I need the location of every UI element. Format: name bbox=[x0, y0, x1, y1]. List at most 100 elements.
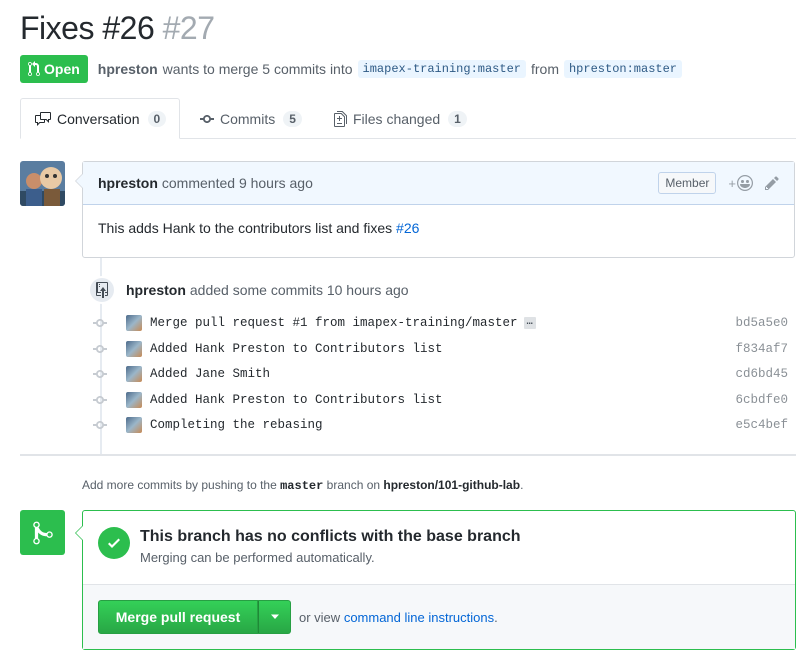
commit-icon bbox=[93, 370, 107, 378]
comment-author-link[interactable]: hpreston bbox=[98, 175, 158, 191]
tab-commits[interactable]: Commits 5 bbox=[200, 98, 302, 139]
check-icon bbox=[108, 538, 120, 548]
commit-message-link[interactable]: Added Jane Smith bbox=[150, 367, 270, 381]
commit-dot bbox=[92, 366, 108, 382]
from-text: from bbox=[530, 61, 559, 77]
repo-push-badge bbox=[88, 276, 116, 304]
member-badge: Member bbox=[658, 172, 717, 194]
event-time: 10 hours ago bbox=[326, 282, 409, 298]
pr-author-link[interactable]: hpreston bbox=[98, 61, 158, 77]
merge-actions: Merge pull request or view command line … bbox=[83, 585, 795, 649]
issue-link[interactable]: #26 bbox=[396, 220, 419, 236]
commit-icon bbox=[93, 319, 107, 327]
list-item: Added Hank Preston to Contributors list … bbox=[92, 338, 792, 360]
list-item: Completing the rebasing e5c4bef bbox=[92, 414, 792, 436]
list-item: Added Hank Preston to Contributors list … bbox=[92, 389, 792, 411]
tab-counter: 5 bbox=[283, 110, 302, 127]
avatar[interactable] bbox=[126, 366, 142, 382]
pr-title: Fixes #26 bbox=[20, 10, 155, 46]
commit-dot bbox=[92, 341, 108, 357]
expand-commit-button[interactable]: … bbox=[523, 317, 536, 329]
merge-status-title: This branch has no conflicts with the ba… bbox=[140, 528, 521, 545]
avatar[interactable] bbox=[126, 315, 142, 331]
avatar[interactable] bbox=[126, 417, 142, 433]
commit-message-link[interactable]: Added Hank Preston to Contributors list bbox=[150, 393, 443, 407]
comment-timestamp[interactable]: 9 hours ago bbox=[239, 175, 313, 191]
head-branch-label[interactable]: hpreston:master bbox=[563, 60, 683, 78]
add-reaction-button[interactable]: + bbox=[728, 175, 753, 191]
avatar[interactable] bbox=[20, 161, 65, 206]
status-badge: Open bbox=[20, 55, 88, 83]
comment-body: This adds Hank to the contributors list … bbox=[83, 205, 794, 251]
commit-dot bbox=[92, 315, 108, 331]
check-badge bbox=[98, 527, 130, 559]
merge-status-subtitle: Merging can be performed automatically. bbox=[140, 550, 375, 565]
commit-icon bbox=[93, 421, 107, 429]
hint-middle: branch on bbox=[326, 478, 381, 492]
pr-open-icon bbox=[28, 61, 40, 77]
commit-sha-link[interactable]: f834af7 bbox=[735, 342, 792, 356]
tab-counter: 0 bbox=[147, 110, 167, 127]
or-view-text: or view bbox=[299, 609, 341, 625]
list-item: Merge pull request #1 from imapex-traini… bbox=[92, 312, 792, 334]
commits-event: hpreston added some commits 10 hours ago bbox=[88, 276, 409, 304]
list-item: Added Jane Smith cd6bd45 bbox=[92, 363, 792, 385]
tab-label: Files changed bbox=[353, 110, 441, 127]
commit-icon bbox=[93, 345, 107, 353]
merge-status: This branch has no conflicts with the ba… bbox=[83, 511, 795, 585]
commit-sha-link[interactable]: bd5a5e0 bbox=[735, 316, 792, 330]
more-commits-hint: Add more commits by pushing to the maste… bbox=[82, 478, 523, 493]
tab-label: Commits bbox=[220, 110, 276, 127]
commit-dot bbox=[92, 417, 108, 433]
comment-box: hpreston commented 9 hours ago Member + … bbox=[75, 161, 795, 258]
pencil-icon[interactable] bbox=[765, 175, 779, 191]
merge-method-dropdown[interactable] bbox=[258, 600, 291, 634]
tab-counter: 1 bbox=[448, 110, 467, 127]
tab-label: Conversation bbox=[57, 110, 140, 127]
hint-prefix: Add more commits by pushing to the bbox=[82, 478, 277, 492]
commit-sha-link[interactable]: e5c4bef bbox=[735, 418, 792, 432]
commit-sha-link[interactable]: cd6bd45 bbox=[735, 367, 792, 381]
base-branch-name: master bbox=[477, 62, 521, 76]
comment-discussion-icon bbox=[35, 111, 51, 126]
repo-link[interactable]: hpreston/101-github-lab bbox=[383, 478, 520, 492]
commit-message-link[interactable]: Completing the rebasing bbox=[150, 418, 323, 432]
comment-action: commented bbox=[161, 175, 236, 191]
pr-meta: Open hpreston wants to merge 5 commits i… bbox=[20, 55, 683, 83]
tab-conversation[interactable]: Conversation 0 bbox=[20, 98, 180, 139]
pr-tabs: Conversation 0 Commits 5 Files changed 1 bbox=[20, 98, 796, 139]
comment-header: hpreston commented 9 hours ago Member + bbox=[83, 162, 794, 205]
cli-instructions-link[interactable]: command line instructions bbox=[344, 610, 494, 625]
merge-pull-request-button[interactable]: Merge pull request bbox=[98, 600, 258, 634]
event-action: added some commits bbox=[189, 282, 323, 298]
repo-push-icon bbox=[96, 282, 108, 298]
commit-icon bbox=[200, 114, 214, 123]
actions-period: . bbox=[494, 609, 498, 625]
commit-dot bbox=[92, 392, 108, 408]
head-org: hpreston bbox=[568, 62, 627, 76]
pr-meta-text: wants to merge 5 commits into bbox=[162, 61, 353, 77]
file-diff-icon bbox=[334, 110, 347, 127]
status-label: Open bbox=[44, 61, 80, 77]
merge-button-group: Merge pull request bbox=[98, 600, 291, 634]
avatar[interactable] bbox=[126, 392, 142, 408]
emoji-icon bbox=[737, 175, 753, 191]
page-title: Fixes #26 #27 bbox=[20, 10, 215, 47]
commit-sha-link[interactable]: 6cbdfe0 bbox=[735, 393, 792, 407]
commit-message-link[interactable]: Merge pull request #1 from imapex-traini… bbox=[150, 316, 518, 330]
commit-message-link[interactable]: Added Hank Preston to Contributors list bbox=[150, 342, 443, 356]
merge-icon bbox=[32, 521, 53, 544]
merge-badge bbox=[20, 510, 65, 555]
merge-box: This branch has no conflicts with the ba… bbox=[75, 510, 796, 650]
tab-files-changed[interactable]: Files changed 1 bbox=[334, 98, 467, 139]
base-org: imapex-training bbox=[362, 62, 471, 76]
timeline-divider bbox=[20, 454, 796, 456]
avatar[interactable] bbox=[126, 341, 142, 357]
commit-icon bbox=[93, 396, 107, 404]
pr-number: #27 bbox=[162, 10, 215, 46]
hint-branch: master bbox=[280, 479, 324, 493]
comment-text: This adds Hank to the contributors list … bbox=[98, 220, 393, 236]
caret-down-icon bbox=[270, 614, 279, 619]
event-author-link[interactable]: hpreston bbox=[126, 282, 186, 298]
base-branch-label[interactable]: imapex-training:master bbox=[357, 60, 526, 78]
